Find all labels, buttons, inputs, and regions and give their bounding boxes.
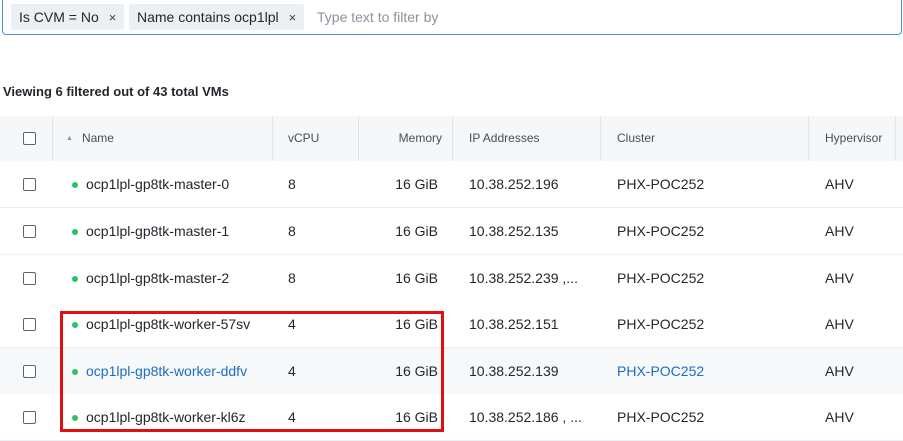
ip-cell: 10.38.252.135 xyxy=(469,223,559,239)
vm-name-cell[interactable]: ocp1lpl-gp8tk-master-0 xyxy=(72,161,270,207)
ip-cell: 10.38.252.186 , ... xyxy=(469,409,582,425)
column-header-cluster[interactable]: Cluster xyxy=(617,116,655,161)
column-divider xyxy=(600,116,601,161)
table-row[interactable]: ocp1lpl-gp8tk-master-0 8 16 GiB 10.38.25… xyxy=(0,161,903,208)
cluster-link[interactable]: PHX-POC252 xyxy=(617,348,704,394)
table-header: ▲ Name vCPU Memory IP Addresses Cluster H… xyxy=(0,116,903,161)
memory-cell: 16 GiB xyxy=(395,316,438,332)
column-header-ip-addresses[interactable]: IP Addresses xyxy=(469,116,540,161)
status-on-icon xyxy=(72,229,78,236)
column-divider xyxy=(52,116,53,161)
close-icon[interactable]: × xyxy=(109,10,117,25)
status-on-icon xyxy=(72,415,78,422)
cluster-cell[interactable]: PHX-POC252 xyxy=(617,208,704,254)
vm-name[interactable]: ocp1lpl-gp8tk-master-1 xyxy=(86,223,229,239)
vm-name-link[interactable]: ocp1lpl-gp8tk-worker-ddfv xyxy=(86,363,247,379)
column-divider xyxy=(272,116,273,161)
memory-cell: 16 GiB xyxy=(395,223,438,239)
memory-cell: 16 GiB xyxy=(395,363,438,379)
close-icon[interactable]: × xyxy=(289,10,297,25)
table-row[interactable]: ocp1lpl-gp8tk-worker-57sv 4 16 GiB 10.38… xyxy=(0,301,903,348)
vcpu-cell: 8 xyxy=(288,270,296,286)
vm-name-cell[interactable]: ocp1lpl-gp8tk-worker-ddfv xyxy=(72,348,260,394)
status-on-icon xyxy=(72,276,78,283)
ip-cell: 10.38.252.151 xyxy=(469,316,559,332)
filter-chip-label: Is CVM = No xyxy=(19,9,99,25)
vcpu-cell: 4 xyxy=(288,409,296,425)
column-header-hypervisor[interactable]: Hypervisor xyxy=(825,116,882,161)
column-header-memory[interactable]: Memory xyxy=(359,116,442,161)
status-on-icon xyxy=(72,369,78,376)
hypervisor-cell: AHV xyxy=(825,409,854,425)
column-divider xyxy=(808,116,809,161)
filter-chip-is-cvm: Is CVM = No × xyxy=(11,4,125,30)
results-summary: Viewing 6 filtered out of 43 total VMs xyxy=(3,84,229,99)
select-all-checkbox[interactable] xyxy=(23,132,36,145)
table-row[interactable]: ocp1lpl-gp8tk-master-2 8 16 GiB 10.38.25… xyxy=(0,255,903,302)
filter-bar[interactable]: Is CVM = No × Name contains ocp1lpl × xyxy=(2,0,902,35)
cluster-cell[interactable]: PHX-POC252 xyxy=(617,394,704,440)
vm-name[interactable]: ocp1lpl-gp8tk-worker-kl6z xyxy=(86,409,246,425)
ip-cell: 10.38.252.239 ,... xyxy=(469,270,578,286)
row-checkbox[interactable] xyxy=(23,318,36,331)
hypervisor-cell: AHV xyxy=(825,270,854,286)
status-on-icon xyxy=(72,322,78,329)
column-header-vcpu[interactable]: vCPU xyxy=(288,116,319,161)
vm-name-cell[interactable]: ocp1lpl-gp8tk-worker-57sv xyxy=(72,301,260,347)
table-row[interactable]: ocp1lpl-gp8tk-worker-kl6z 4 16 GiB 10.38… xyxy=(0,394,903,441)
cluster-cell[interactable]: PHX-POC252 xyxy=(617,255,704,301)
vm-name[interactable]: ocp1lpl-gp8tk-worker-57sv xyxy=(86,316,250,332)
cluster-cell[interactable]: PHX-POC252 xyxy=(617,301,704,347)
vcpu-cell: 8 xyxy=(288,176,296,192)
vcpu-cell: 8 xyxy=(288,223,296,239)
row-checkbox[interactable] xyxy=(23,411,36,424)
vcpu-cell: 4 xyxy=(288,363,296,379)
filter-chip-name-contains: Name contains ocp1lpl × xyxy=(129,4,305,30)
column-header-label: Name xyxy=(81,131,114,145)
vm-name[interactable]: ocp1lpl-gp8tk-master-0 xyxy=(86,176,229,192)
sort-ascending-icon[interactable]: ▲ xyxy=(66,116,73,161)
vm-name-cell[interactable]: ocp1lpl-gp8tk-worker-kl6z xyxy=(72,394,260,440)
table-row[interactable]: ocp1lpl-gp8tk-master-1 8 16 GiB 10.38.25… xyxy=(0,208,903,255)
cluster-cell[interactable]: PHX-POC252 xyxy=(617,161,704,207)
table-row[interactable]: ocp1lpl-gp8tk-worker-ddfv 4 16 GiB 10.38… xyxy=(0,348,903,395)
hypervisor-cell: AHV xyxy=(825,223,854,239)
filter-chip-label: Name contains ocp1lpl xyxy=(137,9,279,25)
row-checkbox[interactable] xyxy=(23,272,36,285)
ip-cell: 10.38.252.139 xyxy=(469,363,559,379)
column-divider xyxy=(452,116,453,161)
row-checkbox[interactable] xyxy=(23,365,36,378)
row-checkbox[interactable] xyxy=(23,178,36,191)
hypervisor-cell: AHV xyxy=(825,363,854,379)
column-divider xyxy=(895,116,896,161)
column-header-name[interactable]: ▲ Name xyxy=(66,116,114,161)
memory-cell: 16 GiB xyxy=(395,270,438,286)
ip-cell: 10.38.252.196 xyxy=(469,176,559,192)
vm-name[interactable]: ocp1lpl-gp8tk-master-2 xyxy=(86,270,229,286)
vm-name-cell[interactable]: ocp1lpl-gp8tk-master-1 xyxy=(72,208,270,254)
hypervisor-cell: AHV xyxy=(825,176,854,192)
vm-name-cell[interactable]: ocp1lpl-gp8tk-master-2 xyxy=(72,255,270,301)
hypervisor-cell: AHV xyxy=(825,316,854,332)
filter-text-input[interactable] xyxy=(311,6,823,28)
row-checkbox[interactable] xyxy=(23,225,36,238)
memory-cell: 16 GiB xyxy=(395,176,438,192)
vcpu-cell: 4 xyxy=(288,316,296,332)
status-on-icon xyxy=(72,182,78,189)
memory-cell: 16 GiB xyxy=(395,409,438,425)
